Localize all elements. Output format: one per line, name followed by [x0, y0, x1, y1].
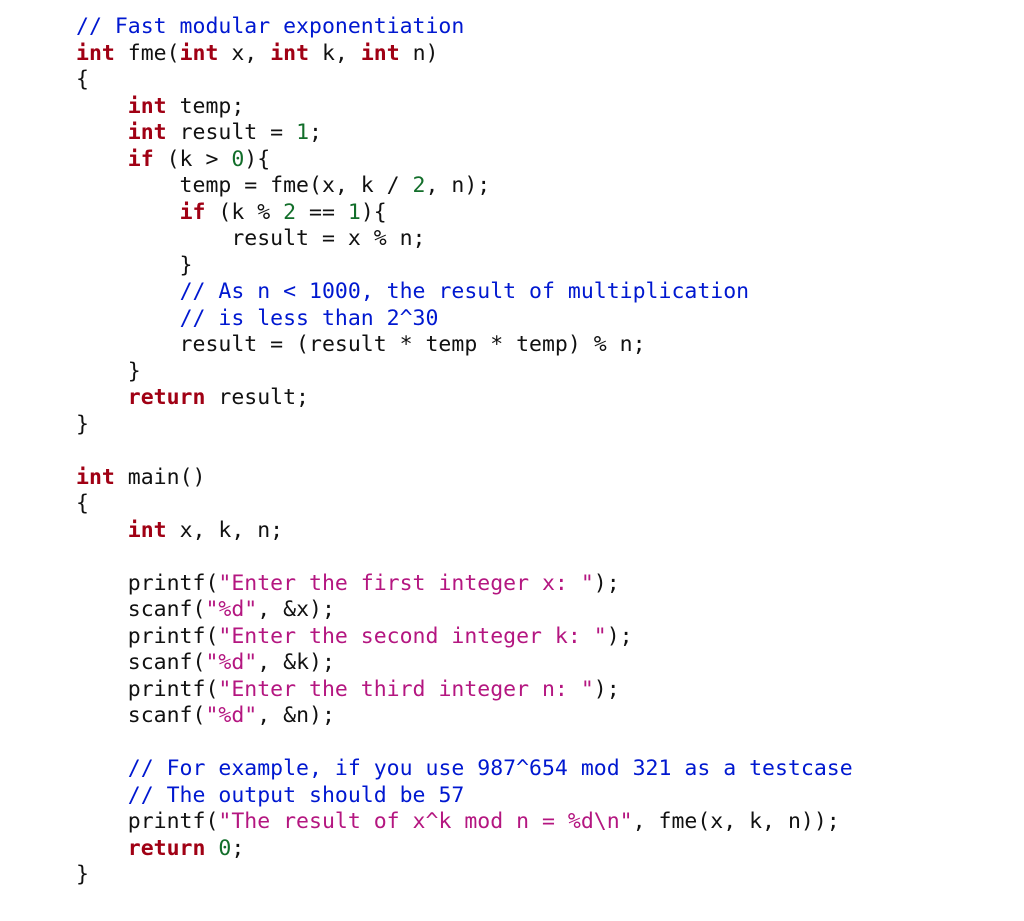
code-token: 1: [348, 200, 361, 225]
code-token: int: [361, 41, 400, 66]
code-token: int: [180, 41, 219, 66]
code-token: 2: [413, 173, 426, 198]
code-token: if: [180, 200, 206, 225]
code-token: int: [128, 94, 167, 119]
code-token: 0: [218, 836, 231, 861]
code-token: // is less than 2^30: [180, 306, 439, 331]
code-token: 0: [231, 147, 244, 172]
code-token: int: [128, 518, 167, 543]
code-token: "The result of x^k mod n = %d\n": [218, 809, 632, 834]
code-token: return: [128, 836, 206, 861]
code-token: 2: [283, 200, 296, 225]
code-token: // For example, if you use 987^654 mod 3…: [128, 756, 853, 781]
code-token: "Enter the third integer n: ": [218, 677, 593, 702]
code-block: // Fast modular exponentiation int fme(i…: [0, 0, 1024, 889]
code-token: // Fast modular exponentiation: [76, 14, 464, 39]
code-token: if: [128, 147, 154, 172]
code-token: // The output should be 57: [128, 783, 465, 808]
code-token: "Enter the first integer x: ": [218, 571, 593, 596]
code-token: "Enter the second integer k: ": [218, 624, 606, 649]
code-token: "%d": [205, 650, 257, 675]
code-token: int: [128, 120, 167, 145]
code-token: return: [128, 385, 206, 410]
code-token: int: [76, 465, 115, 490]
code-token: "%d": [205, 703, 257, 728]
code-token: int: [270, 41, 309, 66]
code-token: 1: [296, 120, 309, 145]
code-token: // As n < 1000, the result of multiplica…: [180, 279, 750, 304]
code-token: "%d": [205, 597, 257, 622]
code-token: int: [76, 41, 115, 66]
